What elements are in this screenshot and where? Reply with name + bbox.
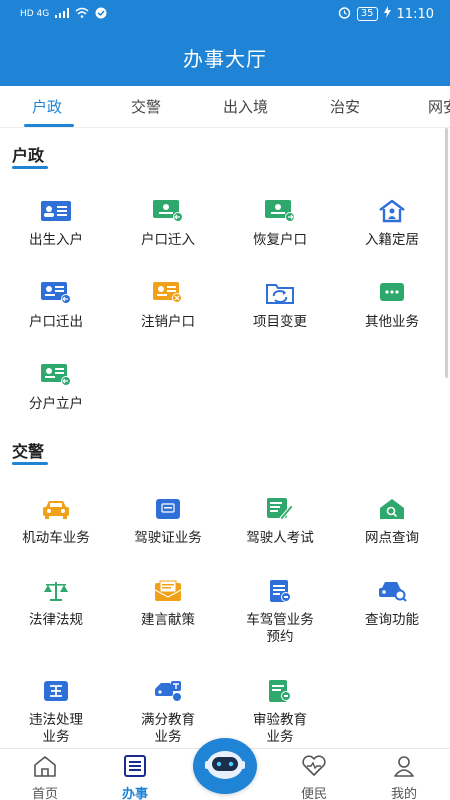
service-branch-search[interactable]: 网点查询 (336, 496, 448, 547)
app-bar: 办事大厅 (0, 28, 450, 86)
alarm-icon (338, 6, 351, 23)
status-bar: HD 4G 35 11:10 (0, 0, 450, 28)
nav-label: 办事 (121, 787, 148, 800)
household-out-icon (41, 280, 71, 306)
service-label: 出生入户 (29, 232, 83, 248)
nav-profile[interactable]: 我的 (369, 755, 439, 800)
household-restore-icon (265, 198, 295, 224)
license-icon (153, 496, 183, 522)
service-vehicle[interactable]: 机动车业务 (0, 496, 112, 547)
car-icon (41, 496, 71, 522)
service-list: 户政 出生入户 户口迁入 恢复户口 入籍定居 户口迁出 注销户口 项目变更 其他… (0, 128, 450, 748)
service-label: 满分教育 业务 (141, 712, 195, 745)
charging-icon (383, 6, 391, 22)
service-household-split[interactable]: 分户立户 (0, 362, 112, 413)
service-label: 注销户口 (141, 314, 195, 330)
nav-label: 便民 (300, 787, 327, 800)
service-label: 违法处理 业务 (29, 712, 83, 745)
service-laws[interactable]: 法律法规 (0, 578, 112, 629)
folder-change-icon (265, 280, 295, 306)
service-household-out[interactable]: 户口迁出 (0, 280, 112, 331)
tab-hukou[interactable]: 户政 (32, 96, 62, 117)
service-label: 网点查询 (365, 530, 419, 546)
active-tab-indicator (24, 124, 74, 127)
service-full-score-education[interactable]: 满分教育 业务 (112, 678, 224, 746)
scales-icon (41, 578, 71, 604)
tab-cyber-security[interactable]: 网安 (428, 96, 450, 117)
violation-icon (41, 678, 71, 704)
nav-services[interactable]: 办事 (100, 755, 170, 800)
tab-public-security[interactable]: 治安 (330, 96, 360, 117)
service-household-restore[interactable]: 恢复户口 (224, 198, 336, 249)
clock-time: 11:10 (396, 6, 434, 22)
section-title-traffic: 交警 (12, 442, 45, 461)
tab-traffic-police[interactable]: 交警 (131, 96, 161, 117)
service-label: 户口迁出 (29, 314, 83, 330)
service-suggestions[interactable]: 建言献策 (112, 578, 224, 629)
battery-level: 35 (356, 7, 378, 21)
exam-edit-icon (265, 496, 295, 522)
service-other[interactable]: 其他业务 (336, 280, 448, 331)
nav-label: 我的 (390, 787, 417, 800)
section-title-hukou: 户政 (12, 146, 45, 165)
network-label: HD 4G (20, 9, 50, 19)
tab-exit-entry[interactable]: 出入境 (223, 96, 268, 117)
service-label: 项目变更 (253, 314, 307, 330)
signal-icon (55, 7, 70, 21)
household-cancel-icon (153, 280, 183, 306)
service-appointment[interactable]: 车驾管业务 预约 (224, 578, 336, 646)
service-label: 车驾管业务 预约 (246, 612, 314, 645)
service-violation[interactable]: 违法处理 业务 (0, 678, 112, 746)
service-label: 驾驶人考试 (246, 530, 314, 546)
household-in-icon (153, 198, 183, 224)
service-label: 驾驶证业务 (134, 530, 202, 546)
service-label: 机动车业务 (22, 530, 90, 546)
service-query[interactable]: 查询功能 (336, 578, 448, 629)
heart-icon (301, 755, 327, 781)
service-label: 审验教育 业务 (253, 712, 307, 745)
service-label: 分户立户 (29, 396, 83, 412)
chat-bubble-icon (377, 280, 407, 306)
user-icon (392, 755, 416, 781)
wifi-icon (75, 7, 89, 21)
home-icon (33, 755, 57, 781)
service-naturalization[interactable]: 入籍定居 (336, 198, 448, 249)
service-birth-registration[interactable]: 出生入户 (0, 198, 112, 249)
id-card-icon (41, 198, 71, 224)
nav-label: 首页 (31, 787, 58, 800)
service-label: 入籍定居 (365, 232, 419, 248)
house-person-icon (377, 198, 407, 224)
household-split-icon (41, 362, 71, 388)
service-label: 其他业务 (365, 314, 419, 330)
robot-icon (203, 745, 247, 787)
mail-icon (153, 578, 183, 604)
car-search-icon (377, 578, 407, 604)
service-driver-license[interactable]: 驾驶证业务 (112, 496, 224, 547)
app-notification-icon (95, 7, 107, 22)
assistant-robot-button[interactable] (193, 738, 257, 794)
service-label: 查询功能 (365, 612, 419, 628)
nav-convenience[interactable]: 便民 (279, 755, 349, 800)
education-icon (153, 678, 183, 704)
service-item-change[interactable]: 项目变更 (224, 280, 336, 331)
nav-home[interactable]: 首页 (10, 755, 80, 800)
service-label: 建言献策 (141, 612, 195, 628)
service-label: 法律法规 (29, 612, 83, 628)
service-label: 户口迁入 (141, 232, 195, 248)
section-underline (12, 462, 48, 465)
section-underline (12, 166, 48, 169)
service-label: 恢复户口 (253, 232, 307, 248)
service-review-education[interactable]: 审验教育 业务 (224, 678, 336, 746)
list-icon (123, 755, 147, 781)
appointment-icon (265, 578, 295, 604)
category-tabs: 户政 交警 出入境 治安 网安 (0, 86, 450, 128)
page-title: 办事大厅 (183, 46, 267, 71)
service-household-in[interactable]: 户口迁入 (112, 198, 224, 249)
service-driver-exam[interactable]: 驾驶人考试 (224, 496, 336, 547)
review-doc-icon (265, 678, 295, 704)
branch-search-icon (377, 496, 407, 522)
service-household-cancel[interactable]: 注销户口 (112, 280, 224, 331)
